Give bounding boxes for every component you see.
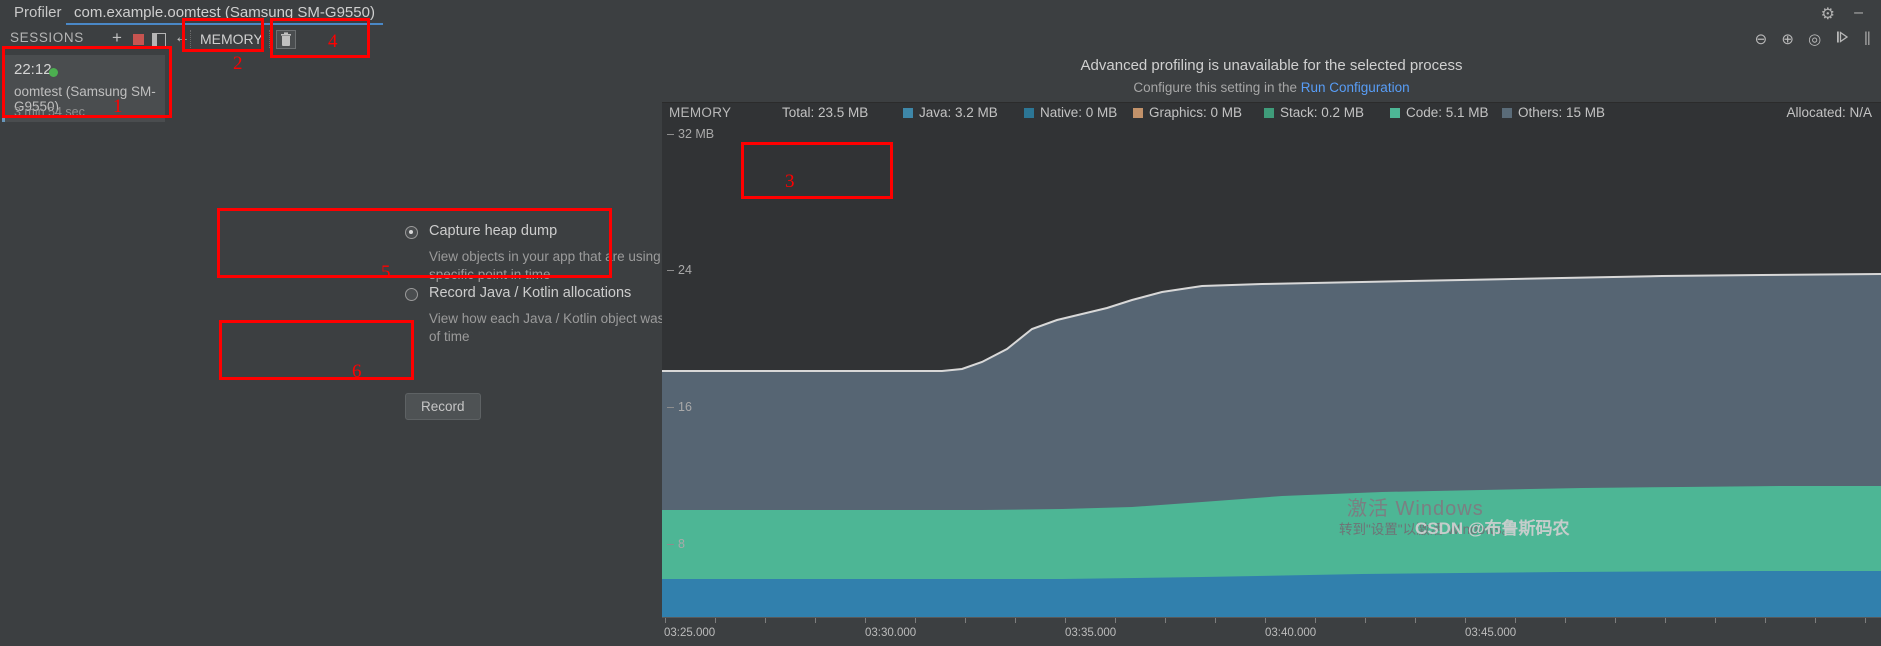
banner-subtitle: Configure this setting in the Run Config… [662,80,1881,95]
profiler-window: Profiler com.example.oomtest (Samsung SM… [0,0,1881,646]
memory-legend: MEMORY Total: 23.5 MB Java: 3.2 MB Nativ… [662,102,1881,124]
advanced-profiling-banner: Advanced profiling is unavailable for th… [662,53,1881,103]
legend-swatch-graphics [1133,108,1143,118]
legend-swatch-stack [1264,108,1274,118]
x-axis: 03:25.000 03:30.000 03:35.000 03:40.000 … [662,617,1881,646]
legend-value-others: Others: 15 MB [1518,105,1606,120]
legend-value-java: Java: 3.2 MB [919,105,998,120]
list-item[interactable]: 22:12 oomtest (Samsung SM-G9550) 3 min 5… [2,55,165,122]
legend-swatch-java [903,108,913,118]
x-tick-label: 03:25.000 [664,627,716,639]
legend-item-code: Code: 5.1 MB [1390,105,1489,120]
legend-allocated: Allocated: N/A [1786,105,1872,120]
legend-title: MEMORY [669,105,732,120]
csdn-watermark: CSDN @布鲁斯码农 [1415,519,1570,538]
session-duration: 3 min 54 sec [14,105,85,119]
capture-config-panel: Capture heap dump View objects in your a… [168,53,805,646]
toolbar-divider-2 [269,30,271,48]
memory-dropdown-label: MEMORY [200,31,263,47]
trash-icon[interactable] [276,30,296,49]
legend-total: Total: 23.5 MB [782,105,869,120]
radio-icon-heap-dump[interactable] [405,226,418,239]
legend-item-native: Native: 0 MB [1024,105,1117,120]
zoom-out-icon[interactable]: ⊖ [1755,30,1768,49]
tab-process[interactable]: com.example.oomtest (Samsung SM-G9550) [66,2,383,25]
option-label: Capture heap dump [429,223,558,239]
run-configuration-link[interactable]: Run Configuration [1301,80,1410,95]
gear-icon[interactable]: ⚙ [1821,4,1835,24]
memory-plot[interactable]: 32 MB 24 16 8 03:25.000 03:30.000 03:35.… [662,124,1881,646]
y-tick-label: 24 [667,263,692,277]
split-panel-button[interactable] [152,33,166,47]
memory-graph-panel: Advanced profiling is unavailable for th… [662,53,1881,646]
x-tick-label: 03:40.000 [1265,627,1317,639]
zoom-controls: ⊖ ⊕ ◎ ‖ [1745,30,1871,50]
option-label: Record Java / Kotlin allocations [429,285,632,301]
minimize-icon[interactable]: – [1854,4,1863,22]
collapse-sessions-button[interactable]: ← [174,29,190,47]
legend-value-code: Code: 5.1 MB [1406,105,1489,120]
x-tick-label: 03:35.000 [1065,627,1117,639]
pause-icon[interactable]: ‖ [1864,30,1871,49]
legend-value-stack: Stack: 0.2 MB [1280,105,1365,120]
session-status-dot [49,68,58,77]
legend-item-others: Others: 15 MB [1502,105,1605,120]
x-tick-label: 03:30.000 [865,627,917,639]
legend-value-native: Native: 0 MB [1040,105,1118,120]
stop-session-button[interactable] [133,34,144,45]
banner-sub-prefix: Configure this setting in the [1133,80,1301,95]
legend-swatch-others [1502,108,1512,118]
legend-item-graphics: Graphics: 0 MB [1133,105,1242,120]
legend-swatch-code [1390,108,1400,118]
add-session-button[interactable]: + [112,28,122,48]
memory-area-chart [662,273,1881,618]
zoom-in-icon[interactable]: ⊕ [1781,30,1794,49]
legend-swatch-native [1024,108,1034,118]
y-tick-label: 32 MB [666,127,715,141]
reset-zoom-icon[interactable]: ◎ [1808,30,1821,49]
y-tick-label: 8 [667,537,685,551]
legend-item-java: Java: 3.2 MB [903,105,998,120]
jump-to-live-icon[interactable] [1835,30,1849,49]
record-button[interactable]: Record [405,393,481,420]
legend-value-graphics: Graphics: 0 MB [1149,105,1243,120]
banner-title: Advanced profiling is unavailable for th… [1080,57,1463,74]
tab-profiler[interactable]: Profiler [6,2,70,23]
session-time: 22:12 [14,61,52,78]
profiler-toolbar: SESSIONS + ← MEMORY▼ ⊖ ⊕ ◎ ‖ [0,26,1881,54]
sessions-header-label: SESSIONS [10,30,84,45]
sessions-panel: 22:12 oomtest (Samsung SM-G9550) 3 min 5… [0,53,169,646]
toolbar-divider-1 [190,30,192,48]
window-tabbar: Profiler com.example.oomtest (Samsung SM… [0,0,1881,27]
x-tick-label: 03:45.000 [1465,627,1517,639]
legend-item-stack: Stack: 0.2 MB [1264,105,1364,120]
y-tick-label: 16 [667,400,692,414]
radio-icon-record-allocations[interactable] [405,288,418,301]
